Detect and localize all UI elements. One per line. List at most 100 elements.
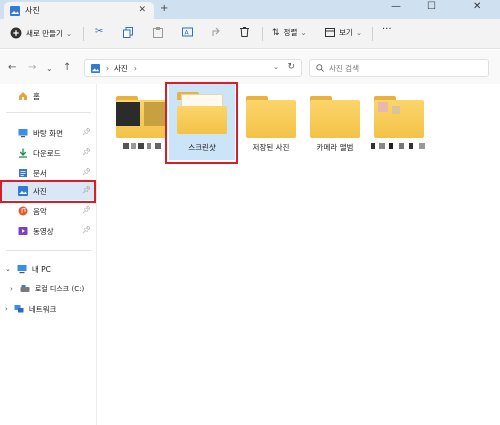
folder-label xyxy=(366,142,432,151)
address-bar[interactable]: › 사진 › ⌄ ↻ xyxy=(84,59,302,77)
plus-circle-icon xyxy=(10,27,22,39)
drive-icon xyxy=(20,285,30,292)
minimize-button[interactable]: — xyxy=(391,1,401,12)
share-icon[interactable] xyxy=(212,27,222,37)
search-icon xyxy=(316,64,324,72)
separator xyxy=(262,27,263,41)
search-placeholder: 사진 검색 xyxy=(329,63,359,73)
copy-icon[interactable] xyxy=(123,27,133,38)
sidebar-divider xyxy=(6,112,91,113)
sidebar-divider xyxy=(6,250,91,251)
music-icon xyxy=(18,206,28,216)
annotation-highlight-sidebar xyxy=(0,180,96,203)
folder-item-saved-pictures[interactable]: 저장된 사진 xyxy=(238,84,304,164)
sidebar-item-label: 홈 xyxy=(33,91,40,101)
network-icon xyxy=(14,305,24,313)
command-bar: 새로 만들기 ⌄ ✂ A ⇅ 정렬 ⌄ 보기 ⌄ ··· xyxy=(0,19,500,49)
sidebar-item-this-pc[interactable]: ⌄ 내 PC xyxy=(0,260,97,278)
recent-chevron-down-icon[interactable]: ⌄ xyxy=(46,64,53,73)
sidebar-item-home[interactable]: 홈 xyxy=(0,87,97,105)
view-button[interactable]: 보기 ⌄ xyxy=(325,27,362,38)
close-window-button[interactable]: ✕ xyxy=(473,1,481,12)
up-arrow-icon[interactable]: ↑ xyxy=(63,62,71,73)
expand-chevron-right-icon[interactable]: › xyxy=(5,305,8,313)
address-row: ← → ⌄ ↑ › 사진 › ⌄ ↻ 사진 검색 xyxy=(0,50,500,84)
tab-pictures[interactable]: 사진 ✕ xyxy=(4,2,154,19)
folder-icon xyxy=(374,96,424,138)
chevron-down-icon: ⌄ xyxy=(65,28,73,38)
folder-label: 카메라 앨범 xyxy=(316,143,354,152)
download-icon xyxy=(19,148,27,158)
folder-item-camera-roll[interactable]: 카메라 앨범 xyxy=(302,84,368,164)
sidebar-item-music[interactable]: 음악 📌︎ xyxy=(0,202,97,220)
sort-icon: ⇅ xyxy=(272,27,280,38)
sort-button-label: 정렬 xyxy=(283,28,298,37)
sidebar-item-desktop[interactable]: 바탕 화면 📌︎ xyxy=(0,124,97,142)
folder-icon xyxy=(310,96,360,138)
new-button[interactable]: 새로 만들기 ⌄ xyxy=(10,27,72,39)
folder-icon xyxy=(246,96,296,138)
expand-chevron-down-icon[interactable]: ⌄ xyxy=(5,265,11,273)
more-options-icon[interactable]: ··· xyxy=(382,24,392,35)
sidebar-item-label: 로컬 디스크 (C:) xyxy=(34,285,85,293)
view-icon xyxy=(325,28,335,37)
folder-label: 저장된 사진 xyxy=(252,143,290,152)
rename-icon[interactable]: A xyxy=(182,27,193,37)
new-tab-button[interactable]: + xyxy=(160,3,168,14)
obscured-label-block xyxy=(371,143,425,149)
home-icon xyxy=(19,92,27,100)
sidebar-item-label: 네트워크 xyxy=(28,304,57,314)
chevron-down-icon: ⌄ xyxy=(300,28,307,37)
desktop-icon xyxy=(18,129,28,138)
annotation-highlight-folder xyxy=(165,82,238,164)
sidebar-item-network[interactable]: › 네트워크 xyxy=(0,300,97,318)
forward-arrow-icon[interactable]: → xyxy=(28,62,36,73)
pin-icon: 📌︎ xyxy=(82,206,91,214)
paste-icon[interactable] xyxy=(153,27,163,38)
address-dropdown-icon[interactable]: ⌄ xyxy=(273,63,279,71)
separator xyxy=(372,27,373,41)
pin-icon: 📌︎ xyxy=(82,226,91,234)
breadcrumb-pictures[interactable]: 사진 xyxy=(114,63,128,74)
back-arrow-icon[interactable]: ← xyxy=(8,62,16,73)
breadcrumb-chevron-icon: › xyxy=(106,63,109,73)
sidebar-item-videos[interactable]: 동영상 📌︎ xyxy=(0,222,97,240)
delete-icon[interactable] xyxy=(240,27,249,37)
file-list: 스크린샷 저장된 사진 카메라 앨범 xyxy=(98,84,500,425)
search-input[interactable]: 사진 검색 xyxy=(309,59,489,77)
pictures-icon xyxy=(91,63,100,73)
sidebar-item-downloads[interactable]: 다운로드 📌︎ xyxy=(0,144,97,162)
pin-icon: 📌︎ xyxy=(82,168,91,176)
pin-icon: 📌︎ xyxy=(82,128,91,136)
view-button-label: 보기 xyxy=(339,28,353,37)
sidebar-item-local-disk[interactable]: › 로컬 디스크 (C:) xyxy=(0,280,97,298)
sidebar-item-label: 바탕 화면 xyxy=(33,128,63,138)
cut-icon[interactable]: ✂ xyxy=(95,26,103,37)
breadcrumb-chevron-icon: › xyxy=(133,63,137,73)
new-button-label: 새로 만들기 xyxy=(26,28,63,38)
sidebar-item-label: 동영상 xyxy=(33,226,54,236)
obscured-label-block xyxy=(123,143,161,149)
chevron-down-icon: ⌄ xyxy=(355,28,363,37)
svg-text:A: A xyxy=(185,30,190,37)
maximize-button[interactable]: ☐ xyxy=(427,1,436,12)
expand-chevron-right-icon[interactable]: › xyxy=(10,285,13,293)
sidebar-item-label: 내 PC xyxy=(31,264,51,274)
navigation-pane: 홈 바탕 화면 📌︎ 다운로드 📌︎ 문서 📌︎ 사진 📌︎ 음악 📌︎ 동영상… xyxy=(0,84,97,425)
sidebar-item-label: 문서 xyxy=(33,168,47,178)
tab-title: 사진 xyxy=(25,6,40,15)
folder-icon xyxy=(116,96,166,138)
sort-button[interactable]: ⇅ 정렬 ⌄ xyxy=(272,27,307,38)
sidebar-item-label: 다운로드 xyxy=(33,148,61,158)
pc-icon xyxy=(17,265,27,274)
pin-icon: 📌︎ xyxy=(82,148,91,156)
sidebar-item-label: 음악 xyxy=(33,206,47,216)
tab-close-icon[interactable]: ✕ xyxy=(138,5,146,15)
video-icon xyxy=(18,227,28,235)
pictures-icon xyxy=(10,5,20,16)
folder-item-obscured-2[interactable] xyxy=(366,84,432,164)
refresh-icon[interactable]: ↻ xyxy=(287,62,295,72)
separator xyxy=(83,27,84,41)
document-icon xyxy=(19,169,27,177)
title-bar: 사진 ✕ + — ☐ ✕ xyxy=(0,0,500,19)
